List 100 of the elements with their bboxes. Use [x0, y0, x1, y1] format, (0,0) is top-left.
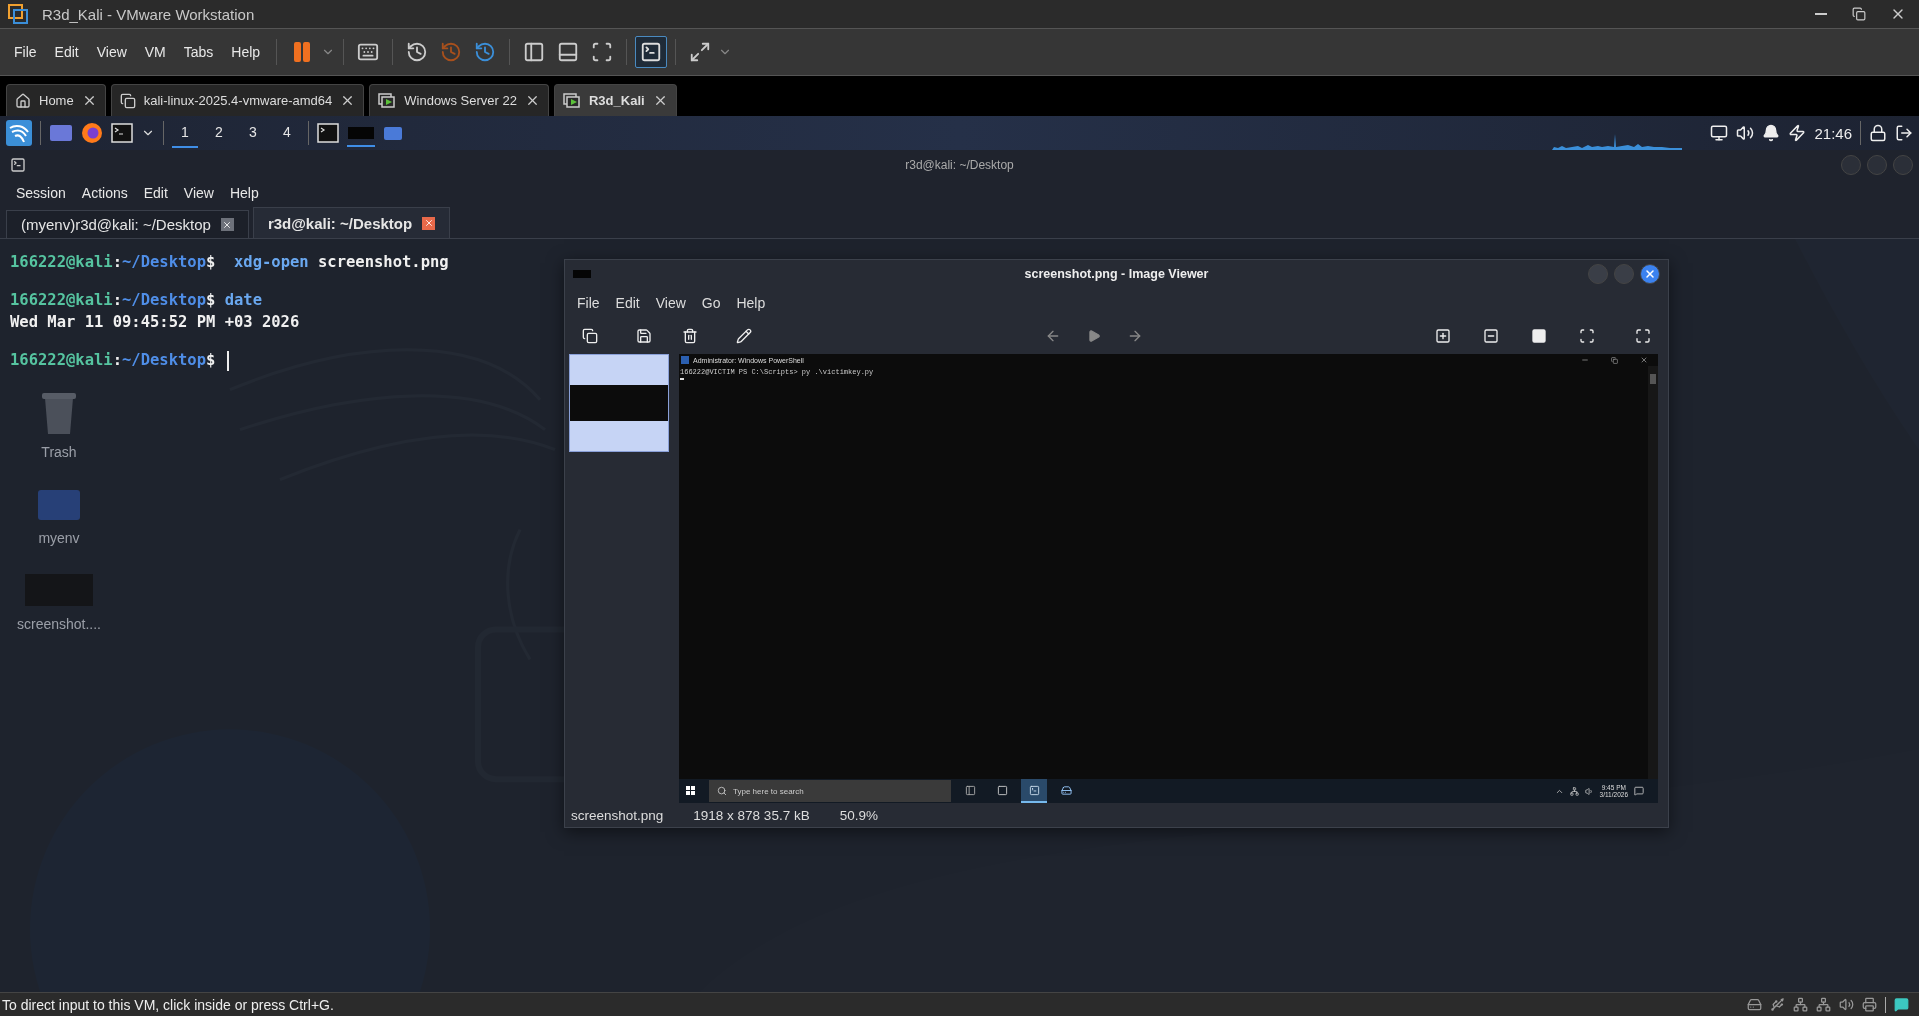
terminal-line: 166222@kali:~/Desktop$ — [10, 351, 229, 373]
image-info: 1918 x 878 35.7 kB — [693, 807, 810, 823]
vm-icon — [119, 92, 136, 109]
home-icon — [15, 92, 31, 109]
powershell-icon — [681, 356, 689, 364]
power-icon[interactable] — [1788, 124, 1807, 142]
menu-item[interactable]: View — [88, 40, 135, 64]
minimize-icon — [1815, 13, 1827, 15]
minimize-icon — [1581, 356, 1589, 364]
vm-tab[interactable]: R3d_Kali — [554, 84, 677, 116]
printer-icon[interactable] — [1862, 997, 1877, 1012]
pencil-icon — [736, 328, 752, 344]
menu-item[interactable]: Actions — [73, 181, 136, 205]
running-vm-icon — [378, 92, 397, 109]
lock-icon[interactable] — [1869, 124, 1887, 142]
usb-icon[interactable] — [1770, 997, 1785, 1012]
keyboard-icon — [357, 41, 380, 63]
panel-left-icon — [964, 784, 976, 796]
network-icon[interactable] — [1710, 124, 1729, 142]
close-icon — [423, 218, 434, 228]
terminal-launcher-icon[interactable] — [111, 123, 133, 143]
vmware-logo — [8, 4, 28, 24]
panel-left-icon — [523, 41, 546, 63]
close-icon — [222, 219, 233, 230]
server-icon — [1060, 784, 1072, 796]
menu-item[interactable]: Edit — [46, 40, 87, 64]
clock-icon — [474, 41, 497, 63]
vm-tab[interactable]: kali-linux-2025.4-vmware-amd64 — [110, 84, 365, 116]
menu-item[interactable]: View — [647, 291, 694, 315]
desktop-icon-label[interactable]: screenshot.... — [16, 616, 101, 632]
menu-item[interactable]: File — [6, 40, 45, 64]
close-tab-icon[interactable] — [220, 218, 234, 231]
vm-tab[interactable]: Windows Server 22 — [369, 84, 549, 116]
terminal-window-title: r3d@kali: ~/Desktop — [905, 158, 1014, 172]
zoom-level: 50.9% — [839, 807, 878, 823]
menu-item[interactable]: Edit — [135, 181, 176, 205]
window-icon — [996, 784, 1008, 796]
play-icon — [1086, 329, 1101, 343]
zoom-in-icon — [1435, 328, 1451, 344]
menu-item[interactable]: Tabs — [175, 40, 222, 64]
menu-item[interactable]: Session — [8, 181, 74, 205]
terminal-output: Wed Mar 11 09:45:52 PM +03 2026 — [10, 313, 300, 333]
scrollbar-thumb — [1650, 374, 1656, 384]
window-title: R3d_Kali - VMware Workstation — [42, 5, 255, 23]
menu-item[interactable]: VM — [136, 40, 174, 64]
volume-icon[interactable] — [1736, 124, 1755, 142]
sound-icon[interactable] — [1839, 997, 1854, 1012]
clock[interactable]: 21:46 — [1814, 124, 1852, 142]
workspace-button[interactable]: 1 — [172, 118, 198, 148]
panel-bottom-icon — [557, 41, 580, 63]
workspace-button[interactable]: 3 — [240, 118, 266, 148]
notification-center-icon — [1634, 786, 1644, 796]
restore-icon — [1852, 7, 1866, 21]
close-icon — [1640, 356, 1648, 364]
vm-tab[interactable]: Home — [6, 84, 106, 116]
actual-size-icon — [1531, 328, 1547, 344]
notifications-icon[interactable] — [1762, 124, 1781, 142]
workspace-button[interactable]: 2 — [206, 118, 232, 148]
trash-icon — [682, 328, 698, 344]
close-tab-icon[interactable] — [525, 93, 540, 108]
trash-icon — [39, 390, 79, 436]
message-icon[interactable] — [1894, 997, 1909, 1012]
show-desktop-icon[interactable] — [49, 123, 73, 143]
viewer-window-title: screenshot.png - Image Viewer — [1024, 267, 1209, 281]
close-icon — [1644, 268, 1656, 280]
logout-icon[interactable] — [1895, 124, 1913, 142]
console-view-button[interactable] — [635, 36, 668, 68]
fit-icon — [1579, 328, 1595, 344]
terminal-window-icon[interactable] — [317, 123, 339, 143]
menu-item[interactable]: Go — [693, 291, 729, 315]
network-adapter-icon[interactable] — [1793, 997, 1808, 1012]
workspace-button[interactable]: 4 — [274, 118, 300, 148]
running-vm-icon — [563, 92, 581, 109]
terminal-icon — [1028, 784, 1040, 796]
zoom-out-icon — [1483, 328, 1499, 344]
image-thumbnail[interactable] — [569, 354, 669, 452]
firefox-icon[interactable] — [81, 122, 103, 144]
terminal-line: 166222@kali:~/Desktop$ xdg-open screenshot.png — [10, 253, 449, 273]
file-manager-window-icon[interactable] — [383, 125, 403, 141]
menu-item[interactable]: Help — [728, 291, 774, 315]
network-adapter-icon[interactable] — [1816, 997, 1831, 1012]
menu-item[interactable]: Help — [223, 40, 269, 64]
fullscreen-icon — [1635, 328, 1651, 344]
menu-item[interactable]: Edit — [607, 291, 648, 315]
menu-item[interactable]: Help — [221, 181, 267, 205]
app-icon — [573, 270, 591, 278]
menu-item[interactable]: File — [569, 291, 608, 315]
fit-icon — [591, 41, 614, 63]
file-name: screenshot.png — [571, 807, 664, 823]
close-tab-icon[interactable] — [422, 216, 436, 230]
close-button[interactable] — [1640, 264, 1660, 284]
network-tray-icon — [1569, 786, 1579, 796]
restore-icon — [1611, 356, 1618, 364]
clock-icon — [406, 41, 429, 63]
volume-tray-icon — [1584, 786, 1594, 796]
desktop-icon-label[interactable]: Trash — [41, 444, 77, 460]
desktop-icon-label[interactable]: myenv — [38, 530, 80, 546]
terminal-tab[interactable]: r3d@kali: ~/Desktop — [252, 207, 451, 238]
menu-item[interactable]: View — [175, 181, 222, 205]
terminal-tab[interactable]: (myenv)r3d@kali: ~/Desktop — [6, 210, 249, 238]
